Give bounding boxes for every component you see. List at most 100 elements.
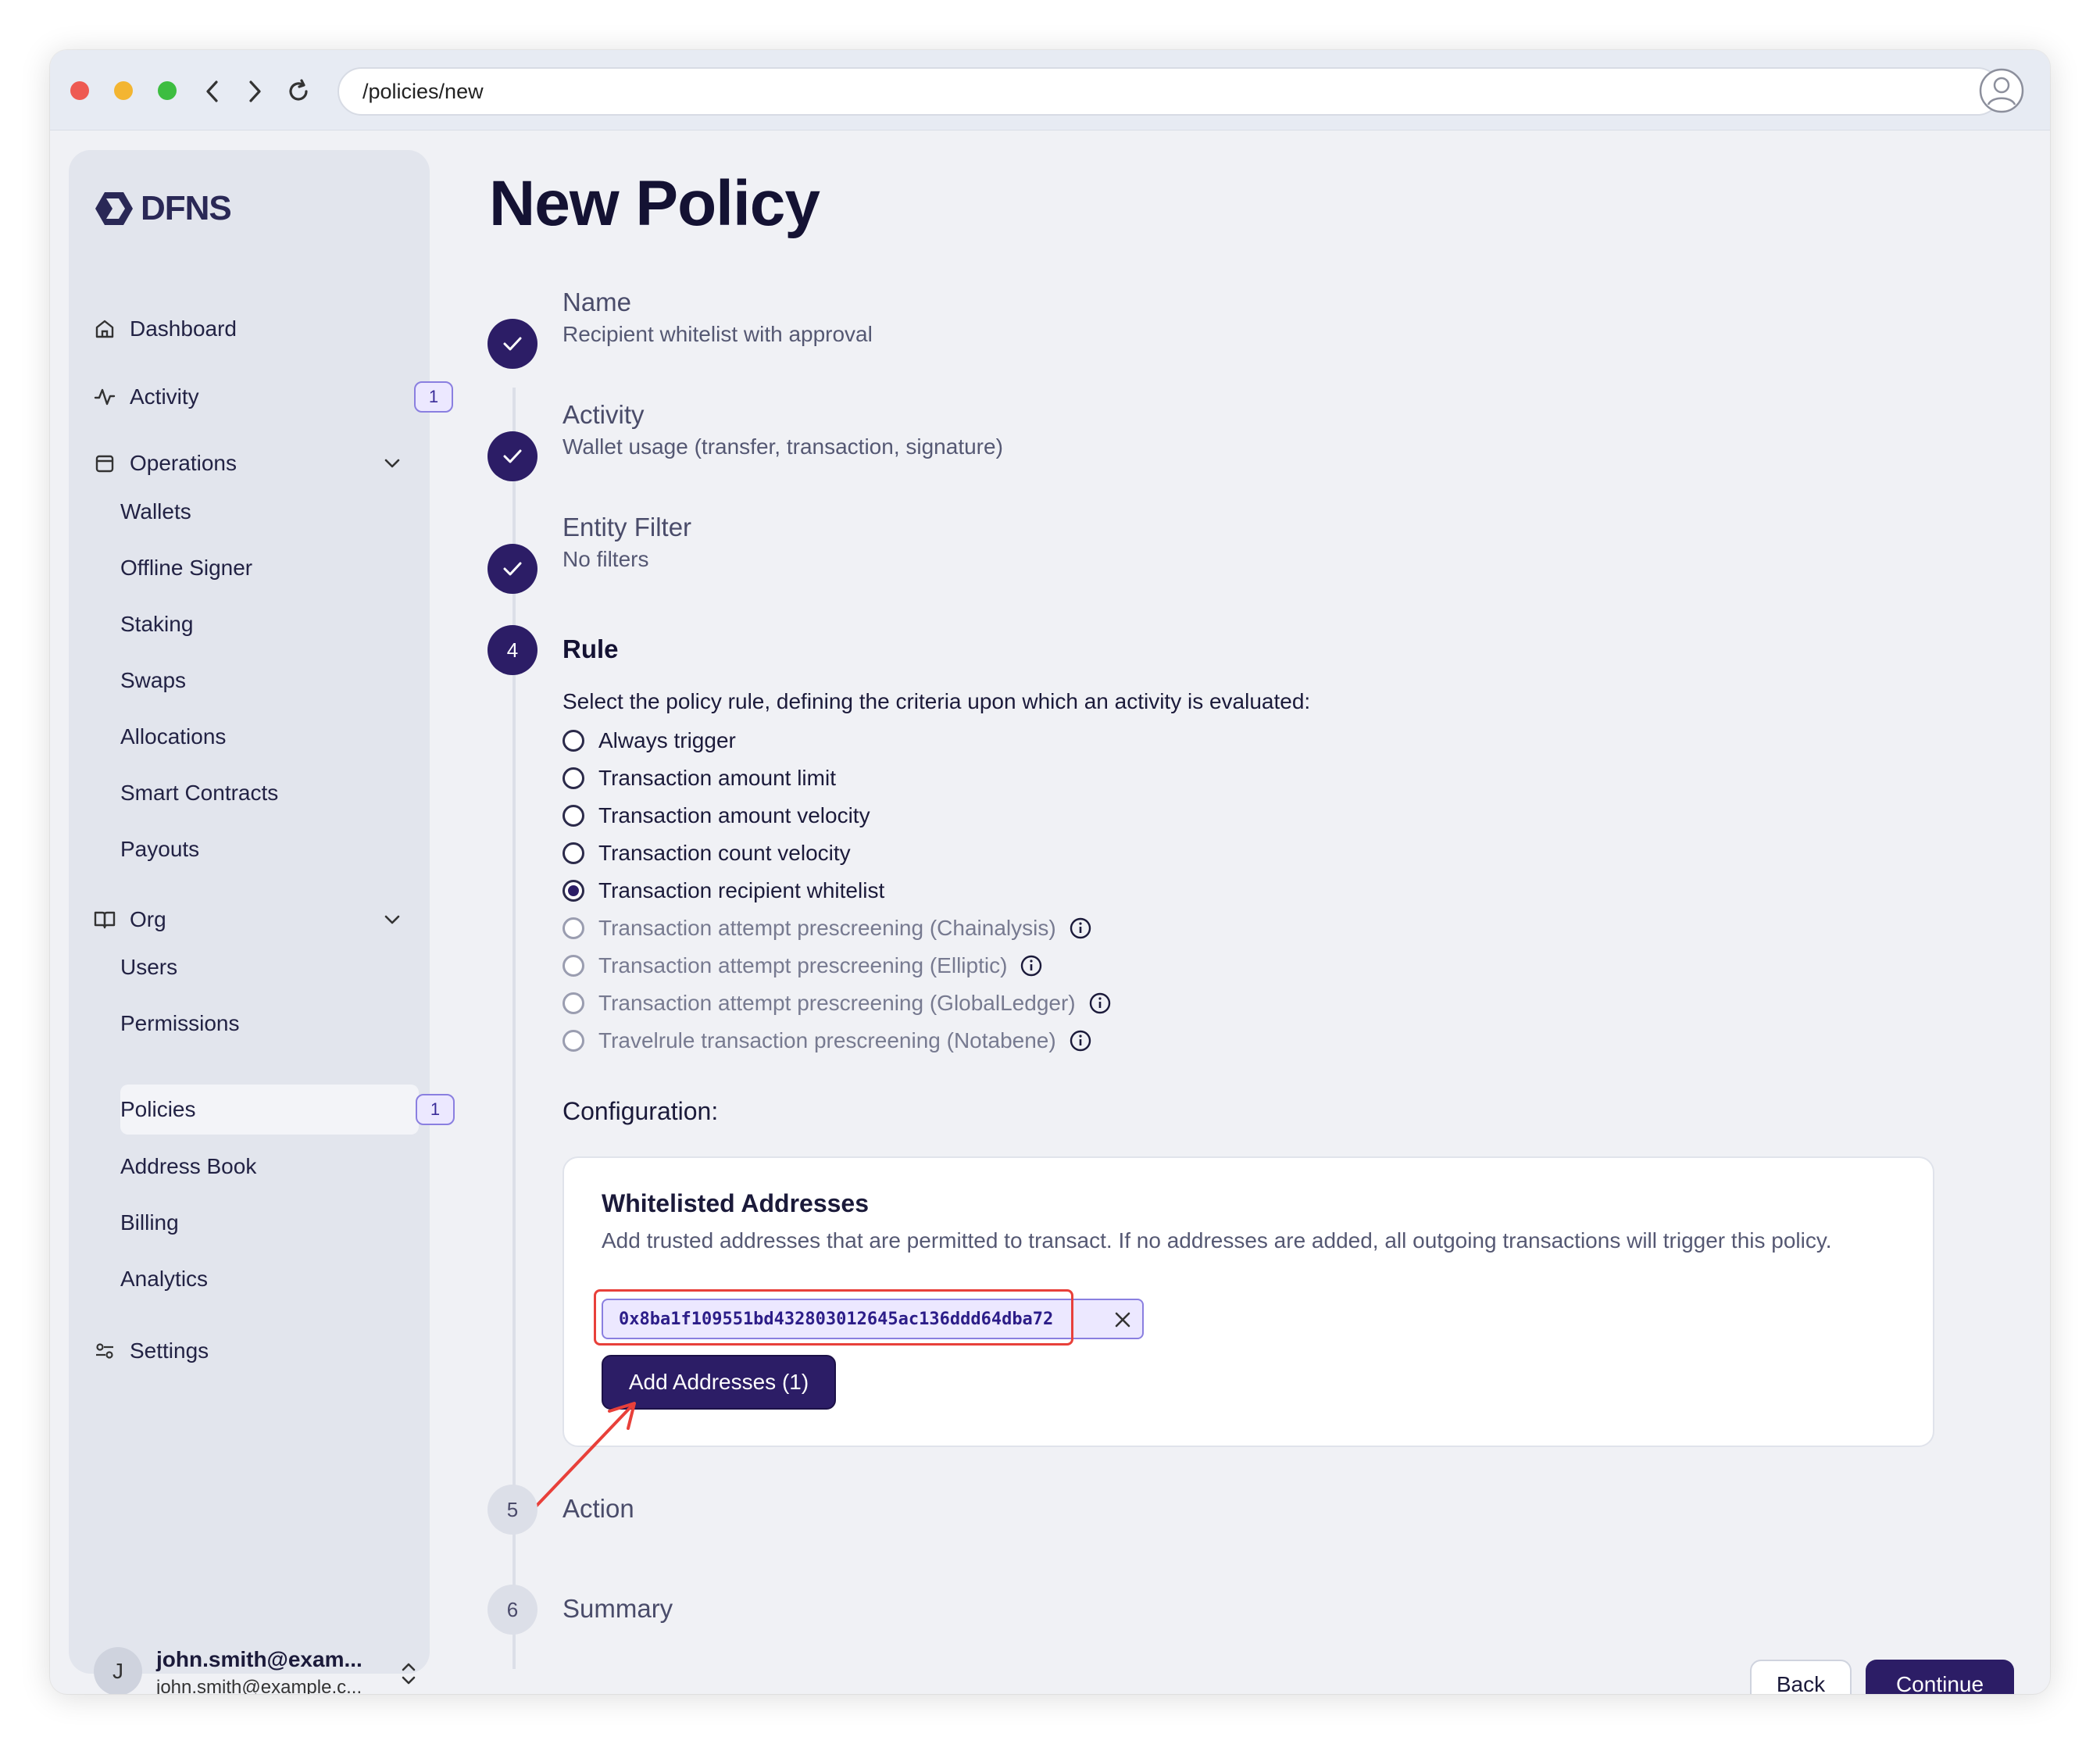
sidebar-item-payouts[interactable]: Payouts [120,830,199,869]
sidebar: DFNS Dashboard Activity 1 Operations Wal… [69,150,455,1694]
browser-window: /policies/new DFNS Dashboard Activity 1 … [50,50,2050,1694]
sidebar-item-label: Dashboard [130,316,237,341]
sidebar-item-label: Offline Signer [120,556,253,580]
sidebar-item-org[interactable]: Org [92,900,166,939]
annotation-highlight-box [594,1289,1073,1346]
sidebar-item-label: Wallets [120,499,191,524]
sidebar-item-wallets[interactable]: Wallets [120,492,191,531]
step-3-check-icon [488,544,538,594]
rule-option-always-trigger[interactable]: Always trigger [562,725,736,756]
step-2-subtitle: Wallet usage (transfer, transaction, sig… [562,434,1003,459]
minimize-window-button[interactable] [114,81,133,100]
radio-button[interactable] [562,767,584,789]
sidebar-item-analytics[interactable]: Analytics [120,1260,208,1299]
sidebar-item-label: Operations [130,451,237,475]
continue-button[interactable]: Continue [1866,1660,2014,1694]
chevron-down-icon[interactable] [381,909,403,931]
policies-count-badge: 1 [416,1094,455,1125]
rule-option-label: Travelrule transaction prescreening (Not… [598,1028,1056,1052]
sidebar-item-label: Allocations [120,724,227,749]
sidebar-item-activity[interactable]: Activity [92,377,199,416]
step-4-number: 4 [488,625,538,675]
sidebar-item-users[interactable]: Users [120,948,177,987]
radio-button-checked[interactable] [562,880,584,902]
step-6-title: Summary [562,1594,673,1623]
rule-option-amount-velocity[interactable]: Transaction amount velocity [562,800,870,831]
sidebar-item-staking[interactable]: Staking [120,605,193,644]
sidebar-item-policies[interactable]: Policies [120,1090,195,1129]
step-2-title[interactable]: Activity [562,400,645,430]
step-3-title[interactable]: Entity Filter [562,513,691,542]
sidebar-item-label: Analytics [120,1267,209,1291]
radio-button[interactable] [562,730,584,752]
sidebar-item-label: Activity [130,384,199,409]
sidebar-item-label: Address Book [120,1154,257,1178]
sidebar-item-operations[interactable]: Operations [92,444,237,483]
url-bar[interactable]: /policies/new [338,67,2002,116]
step-2-check-icon [488,431,538,481]
rule-option-chainalysis: Transaction attempt prescreening (Chaina… [562,913,1092,944]
sidebar-item-allocations[interactable]: Allocations [120,717,226,756]
maximize-window-button[interactable] [158,81,177,100]
sidebar-item-billing[interactable]: Billing [120,1203,179,1242]
close-icon[interactable] [1112,1310,1133,1330]
step-5-number: 5 [488,1485,538,1535]
rule-description: Select the policy rule, defining the cri… [562,689,1311,713]
sidebar-item-dashboard[interactable]: Dashboard [92,309,237,348]
dfns-logo[interactable]: DFNS [94,189,232,228]
radio-button-disabled [562,917,584,939]
back-arrow-icon[interactable] [197,76,228,107]
info-icon[interactable] [1069,1029,1092,1052]
sidebar-item-label: Staking [120,612,194,636]
sidebar-item-label: Users [120,955,178,979]
sidebar-item-smart-contracts[interactable]: Smart Contracts [120,774,278,813]
radio-button[interactable] [562,842,584,864]
settings-sliders-icon [92,1338,117,1363]
rule-option-label: Transaction attempt prescreening (Chaina… [598,916,1056,940]
back-button[interactable]: Back [1750,1660,1852,1694]
step-1-subtitle: Recipient whitelist with approval [562,322,873,346]
info-icon[interactable] [1088,992,1112,1015]
sidebar-item-label: Org [130,907,166,931]
sidebar-item-label: Swaps [120,668,187,692]
rule-option-elliptic: Transaction attempt prescreening (Ellipt… [562,950,1043,981]
rule-option-label: Transaction attempt prescreening (Global… [598,991,1076,1015]
user-name: john.smith@exam... [156,1647,362,1671]
forward-arrow-icon[interactable] [239,76,270,107]
rule-option-label: Transaction amount velocity [598,803,870,827]
rule-option-count-velocity[interactable]: Transaction count velocity [562,838,851,869]
whitelist-card: Whitelisted Addresses Add trusted addres… [562,1156,1934,1447]
profile-icon[interactable] [1978,67,2025,114]
chevron-up-down-icon[interactable] [397,1658,420,1689]
rule-option-label: Transaction count velocity [598,841,851,865]
radio-button-disabled [562,1030,584,1052]
user-email: john.smith@example.c... [156,1677,362,1694]
rule-option-label: Transaction attempt prescreening (Ellipt… [598,953,1008,977]
browser-titlebar: /policies/new [50,50,2050,130]
radio-button-disabled [562,992,584,1014]
info-icon[interactable] [1020,954,1043,977]
dfns-logo-icon [95,192,133,225]
sidebar-item-permissions[interactable]: Permissions [120,1004,239,1043]
rule-option-amount-limit[interactable]: Transaction amount limit [562,763,836,794]
rule-option-recipient-whitelist[interactable]: Transaction recipient whitelist [562,875,884,906]
sidebar-item-label: Smart Contracts [120,781,279,805]
configuration-label: Configuration: [562,1097,719,1125]
radio-button[interactable] [562,805,584,827]
rule-option-label: Transaction amount limit [598,766,836,790]
sidebar-item-address-book[interactable]: Address Book [120,1147,256,1186]
step-6-number: 6 [488,1585,538,1635]
sidebar-item-settings[interactable]: Settings [92,1331,209,1371]
rule-option-label: Transaction recipient whitelist [598,878,885,902]
close-window-button[interactable] [70,81,89,100]
sidebar-item-offline-signer[interactable]: Offline Signer [120,549,252,588]
user-avatar: J [94,1647,142,1694]
reload-icon[interactable] [283,76,314,107]
step-1-title[interactable]: Name [562,288,631,317]
rule-option-label: Always trigger [598,728,736,752]
activity-pulse-icon [92,384,117,409]
sidebar-item-swaps[interactable]: Swaps [120,661,186,700]
sidebar-item-label: Payouts [120,837,200,861]
info-icon[interactable] [1069,917,1092,940]
chevron-down-icon[interactable] [381,452,403,474]
